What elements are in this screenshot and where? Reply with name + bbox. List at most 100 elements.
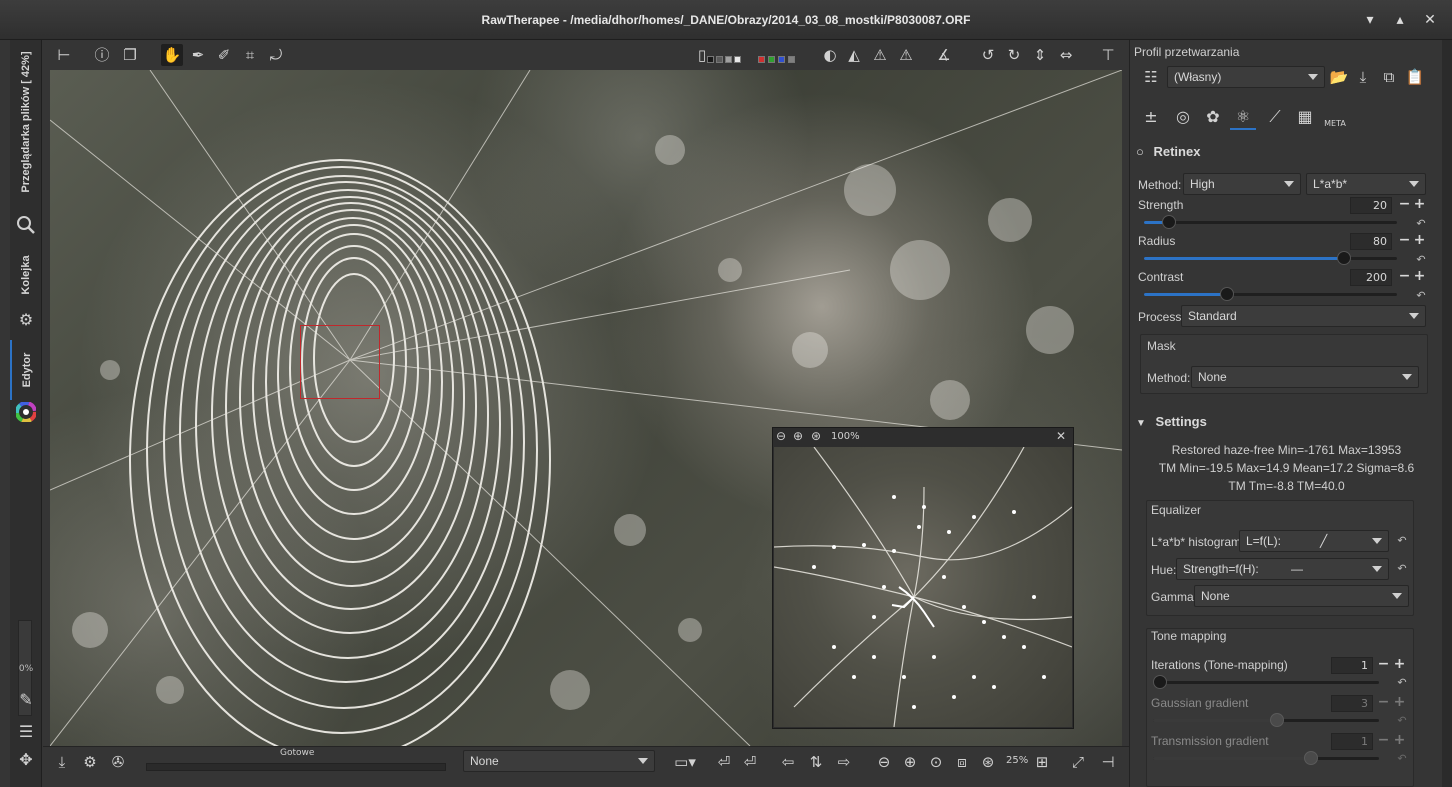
transmission-gradient-slider[interactable]: [1153, 751, 1379, 765]
swatch-gray[interactable]: [725, 56, 732, 63]
zoom-out-icon[interactable]: ⊖: [873, 751, 895, 773]
radius-slider[interactable]: [1144, 251, 1397, 265]
crop-icon[interactable]: ⌗: [239, 44, 261, 66]
tab-advanced[interactable]: ⚛: [1230, 104, 1256, 130]
gaussian-decrease-button[interactable]: −: [1377, 695, 1390, 710]
perspective-icon[interactable]: ∡: [933, 44, 955, 66]
strength-slider[interactable]: [1144, 215, 1397, 229]
strength-slider-knob[interactable]: [1162, 215, 1176, 229]
contrast-slider[interactable]: [1144, 287, 1397, 301]
gaussian-reset-icon[interactable]: ↶: [1395, 715, 1409, 727]
radius-increase-button[interactable]: +: [1413, 233, 1426, 248]
zoom-out-icon[interactable]: ⊖: [776, 429, 786, 443]
tab-file-browser[interactable]: Przeglądarka plików [ 42%]: [10, 42, 42, 202]
tab-metadata[interactable]: META: [1322, 104, 1348, 130]
rotate-left-icon[interactable]: ↺: [977, 44, 999, 66]
radius-slider-knob[interactable]: [1337, 251, 1351, 265]
swatch-luminance[interactable]: [788, 56, 795, 63]
save-profile-icon[interactable]: ⤓: [1352, 66, 1374, 88]
add-batch-icon[interactable]: ✎: [16, 690, 36, 710]
hue-reset-icon[interactable]: ↶: [1395, 563, 1409, 575]
gaussian-slider-knob[interactable]: [1270, 713, 1284, 727]
zoom-in-icon[interactable]: ⊕: [793, 429, 803, 443]
transmission-gradient-value[interactable]: 1: [1331, 733, 1373, 750]
profile-none-select[interactable]: None: [463, 750, 655, 772]
radius-reset-icon[interactable]: ↶: [1414, 254, 1428, 266]
shadow-warning-icon[interactable]: ⚠: [869, 44, 891, 66]
contrast-slider-knob[interactable]: [1220, 287, 1234, 301]
contrast-decrease-button[interactable]: −: [1398, 269, 1411, 284]
next-image-icon[interactable]: ⇨: [833, 751, 855, 773]
sliders-icon[interactable]: ☰: [16, 722, 36, 742]
hide-panel-icon[interactable]: ⊢: [53, 44, 75, 66]
queue-icon[interactable]: ⚙: [79, 751, 101, 773]
maximize-button[interactable]: ▴: [1390, 10, 1410, 30]
external-editor-icon[interactable]: ✇: [107, 751, 129, 773]
sync-image-icon[interactable]: ⇅: [805, 751, 827, 773]
white-balance-picker-icon[interactable]: ✒: [187, 44, 209, 66]
copy-profile-icon[interactable]: ⧉: [1378, 66, 1400, 88]
iterations-slider-knob[interactable]: [1153, 675, 1167, 689]
search-icon[interactable]: [16, 215, 36, 235]
rotate-right-icon[interactable]: ↻: [1003, 44, 1025, 66]
tab-queue[interactable]: Kolejka: [10, 245, 42, 305]
detail-close-icon[interactable]: ✕: [1056, 429, 1066, 443]
contrast-value[interactable]: 200: [1350, 269, 1392, 286]
undo-history-icon[interactable]: ⏎: [713, 751, 735, 773]
toggle-panels-icon[interactable]: ⊣: [1097, 751, 1119, 773]
strength-value[interactable]: 20: [1350, 197, 1392, 214]
contrast-increase-button[interactable]: +: [1413, 269, 1426, 284]
iterations-decrease-button[interactable]: −: [1377, 657, 1390, 672]
color-wheel-icon[interactable]: [15, 401, 37, 423]
tab-raw[interactable]: ▦: [1292, 104, 1318, 130]
color-picker-icon[interactable]: ✐: [213, 44, 235, 66]
focus-mask-icon[interactable]: ◐: [819, 44, 841, 66]
transmission-reset-icon[interactable]: ↶: [1395, 753, 1409, 765]
before-after-icon[interactable]: ❐: [119, 44, 141, 66]
hue-curve-select[interactable]: Strength=f(H): —: [1176, 558, 1389, 580]
straighten-icon[interactable]: ⤾: [265, 44, 287, 66]
lab-histogram-reset-icon[interactable]: ↶: [1395, 535, 1409, 547]
enable-toggle-icon[interactable]: ○: [1136, 144, 1144, 159]
zoom-100-icon[interactable]: ⊛: [811, 429, 821, 443]
histogram-matching-icon[interactable]: ▭▾: [663, 751, 707, 773]
swatch-white[interactable]: [734, 56, 741, 63]
strength-increase-button[interactable]: +: [1413, 197, 1426, 212]
previous-image-icon[interactable]: ⇦: [777, 751, 799, 773]
new-detail-window-icon[interactable]: ⊞: [1031, 751, 1053, 773]
retinex-header[interactable]: ○ Retinex: [1136, 144, 1200, 159]
retinex-method-select[interactable]: High: [1183, 173, 1301, 195]
zoom-fit-crop-icon[interactable]: ⧈: [951, 751, 973, 773]
iterations-reset-icon[interactable]: ↶: [1395, 677, 1409, 689]
strength-reset-icon[interactable]: ↶: [1414, 218, 1428, 230]
detail-window[interactable]: ⊖ ⊕ ⊛ 100% ✕: [772, 427, 1074, 729]
flip-vertical-icon[interactable]: ⇕: [1029, 44, 1051, 66]
lab-histogram-curve-select[interactable]: L=f(L): ╱: [1239, 530, 1389, 552]
strength-decrease-button[interactable]: −: [1398, 197, 1411, 212]
redo-history-icon[interactable]: ⏎: [739, 751, 761, 773]
iterations-value[interactable]: 1: [1331, 657, 1373, 674]
hand-tool-icon[interactable]: ✋: [161, 44, 183, 66]
gaussian-gradient-value[interactable]: 3: [1331, 695, 1373, 712]
profile-select[interactable]: (Własny): [1167, 66, 1325, 88]
radius-value[interactable]: 80: [1350, 233, 1392, 250]
zoom-in-icon[interactable]: ⊕: [899, 751, 921, 773]
sharpening-mask-icon[interactable]: ◭: [843, 44, 865, 66]
close-button[interactable]: ✕: [1420, 10, 1440, 30]
swatch-blue[interactable]: [778, 56, 785, 63]
iterations-slider[interactable]: [1153, 675, 1379, 689]
tab-editor[interactable]: Edytor: [10, 340, 42, 400]
highlight-warning-icon[interactable]: ⚠: [895, 44, 917, 66]
minimize-button[interactable]: ▾: [1360, 10, 1380, 30]
fullscreen-icon[interactable]: ⤢: [1067, 751, 1089, 773]
detail-region-marker[interactable]: [300, 325, 380, 399]
contrast-reset-icon[interactable]: ↶: [1414, 290, 1428, 302]
info-icon[interactable]: ⓘ: [91, 44, 113, 66]
transmission-decrease-button[interactable]: −: [1377, 733, 1390, 748]
swatch-dark-gray[interactable]: [716, 56, 723, 63]
gaussian-gradient-slider[interactable]: [1153, 713, 1379, 727]
zoom-100-icon[interactable]: ⊛: [977, 751, 999, 773]
profile-list-icon[interactable]: ☷: [1140, 66, 1162, 88]
hide-right-panel-icon[interactable]: ⊤: [1097, 44, 1119, 66]
paste-profile-icon[interactable]: 📋: [1404, 66, 1426, 88]
